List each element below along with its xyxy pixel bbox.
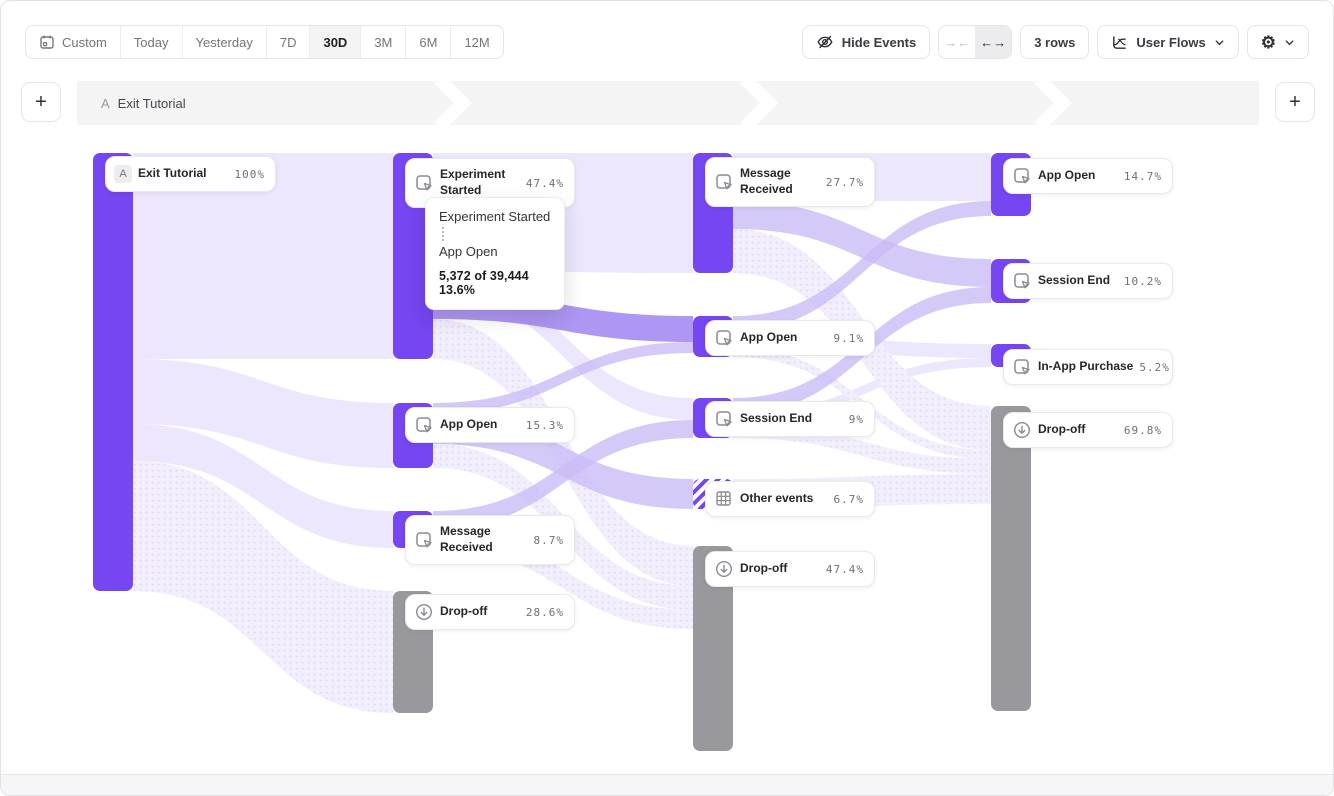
event-click-icon — [414, 173, 434, 193]
step-letter-badge: A — [114, 165, 132, 183]
node-card-app-open-c3[interactable]: App Open 9.1% — [705, 320, 875, 356]
node-card-message-received-c2[interactable]: Message Received 8.7% — [405, 515, 575, 565]
other-events-grid-icon — [714, 489, 734, 509]
event-click-icon — [414, 415, 434, 435]
node-card-dropoff-c4[interactable]: Drop-off 69.8% — [1003, 412, 1173, 448]
tooltip-from-event: Experiment Started — [439, 209, 551, 224]
event-click-icon — [1012, 166, 1032, 186]
node-card-other-events-c3[interactable]: Other events 6.7% — [705, 481, 875, 517]
node-card-exit-tutorial[interactable]: A Exit Tutorial 100% — [105, 156, 276, 192]
node-card-dropoff-c3[interactable]: Drop-off 47.4% — [705, 551, 875, 587]
dropoff-icon — [714, 559, 734, 579]
node-card-app-open-c2[interactable]: App Open 15.3% — [405, 407, 575, 443]
tooltip-to-event: App Open — [439, 244, 551, 259]
node-card-session-end-c3[interactable]: Session End 9% — [705, 401, 875, 437]
dropoff-icon — [414, 602, 434, 622]
sankey-bar-dropoff-c4[interactable] — [991, 406, 1031, 711]
user-flows-window: Custom Today Yesterday 7D 30D 3M 6M 12M … — [0, 0, 1334, 796]
event-click-icon — [714, 409, 734, 429]
flow-tooltip: Experiment Started App Open 5,372 of 39,… — [425, 197, 565, 310]
event-click-icon — [714, 172, 734, 192]
sankey-bar-exit-tutorial[interactable] — [93, 153, 133, 591]
node-card-session-end-c4[interactable]: Session End 10.2% — [1003, 263, 1173, 299]
tooltip-stats: 5,372 of 39,444 13.6% — [439, 269, 551, 297]
sankey-flow-ribbons — [1, 1, 1334, 796]
event-click-icon — [714, 328, 734, 348]
node-card-message-received-c3[interactable]: Message Received 27.7% — [705, 157, 875, 207]
event-click-icon — [1012, 357, 1032, 377]
dropoff-icon — [1012, 420, 1032, 440]
node-card-app-open-c4[interactable]: App Open 14.7% — [1003, 158, 1173, 194]
tooltip-flow-connector — [442, 227, 551, 241]
event-click-icon — [1012, 271, 1032, 291]
event-click-icon — [414, 530, 434, 550]
node-card-in-app-purchase-c4[interactable]: In-App Purchase 5.2% — [1003, 349, 1173, 385]
node-card-dropoff-c2[interactable]: Drop-off 28.6% — [405, 594, 575, 630]
